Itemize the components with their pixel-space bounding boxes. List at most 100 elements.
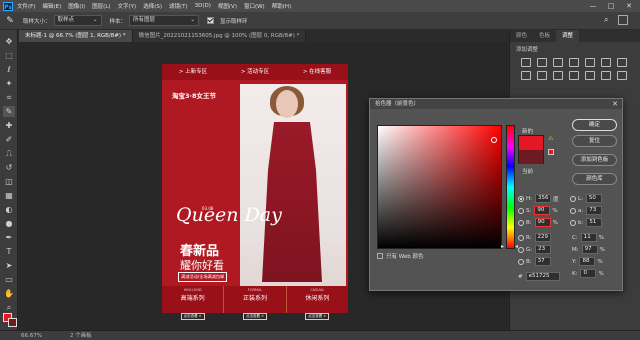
- current-color-swatch[interactable]: [519, 150, 543, 164]
- workspace-icon[interactable]: [618, 15, 628, 25]
- type-tool-icon[interactable]: T: [3, 246, 15, 257]
- menu-type[interactable]: 文字(Y): [118, 2, 137, 10]
- hue-arrow-left-icon[interactable]: ▸: [501, 243, 504, 250]
- shape-tool-icon[interactable]: ▭: [3, 274, 15, 285]
- menu-layer[interactable]: 图层(L): [92, 2, 110, 10]
- web-colors-checkbox[interactable]: [377, 253, 383, 259]
- clone-stamp-tool-icon[interactable]: ⎍: [3, 148, 15, 159]
- history-brush-tool-icon[interactable]: ↺: [3, 162, 15, 173]
- show-ring-checkbox[interactable]: [207, 17, 215, 24]
- menu-window[interactable]: 窗口(W): [244, 2, 265, 10]
- brightness-icon[interactable]: [521, 58, 531, 67]
- menu-file[interactable]: 文件(F): [17, 2, 35, 10]
- web-safe-icon[interactable]: [548, 149, 554, 155]
- color-cursor[interactable]: [491, 137, 497, 143]
- sample-size-select[interactable]: 取样点 ⌄: [53, 15, 102, 26]
- tab-wechat-image[interactable]: 微信图片_20221021153605.jpg @ 100% (图层 0, RG…: [132, 30, 307, 42]
- radio-g[interactable]: [518, 246, 524, 253]
- tab-adjustments[interactable]: 调整: [556, 30, 580, 42]
- hand-tool-icon[interactable]: ✋: [3, 288, 15, 299]
- exposure-icon[interactable]: [569, 58, 579, 67]
- c-input[interactable]: 11: [580, 233, 597, 242]
- pen-tool-icon[interactable]: ✒: [3, 232, 15, 243]
- background-color-swatch[interactable]: [8, 318, 17, 327]
- menu-filter[interactable]: 滤镜(T): [169, 2, 188, 10]
- photo-filter-icon[interactable]: [537, 71, 547, 80]
- close-icon[interactable]: ✕: [612, 99, 618, 109]
- healing-brush-tool-icon[interactable]: ✚: [3, 120, 15, 131]
- minimize-button[interactable]: —: [584, 0, 602, 12]
- menu-help[interactable]: 帮助(H): [272, 2, 291, 10]
- y-input[interactable]: 88: [579, 257, 596, 266]
- b-input[interactable]: 90: [534, 218, 551, 227]
- eraser-tool-icon[interactable]: ◫: [3, 176, 15, 187]
- menu-view[interactable]: 视图(V): [218, 2, 237, 10]
- eyedropper-icon[interactable]: ✎: [4, 15, 16, 27]
- posterize-icon[interactable]: [601, 71, 611, 80]
- h-input[interactable]: 356: [535, 194, 551, 203]
- lasso-tool-icon[interactable]: ℓ: [3, 64, 15, 75]
- g-input[interactable]: 23: [535, 245, 552, 254]
- blue-input[interactable]: 37: [534, 257, 551, 266]
- quick-select-tool-icon[interactable]: ✦: [3, 78, 15, 89]
- hex-input[interactable]: e51725: [525, 272, 560, 281]
- radio-a[interactable]: [570, 207, 576, 214]
- out-of-gamut-icon[interactable]: ⚠: [548, 135, 553, 142]
- radio-s[interactable]: [518, 207, 524, 214]
- radio-l[interactable]: [570, 195, 576, 202]
- close-button[interactable]: ✕: [620, 0, 638, 12]
- hue-slider[interactable]: [506, 125, 515, 249]
- tab-untitled-1[interactable]: 未标题-1 @ 66.7% (图层 1, RGB/8#) *: [19, 30, 133, 42]
- zoom-level[interactable]: 66.67%: [21, 331, 42, 340]
- marquee-tool-icon[interactable]: ⬚: [3, 50, 15, 61]
- a-input[interactable]: 73: [586, 206, 603, 215]
- crop-tool-icon[interactable]: ⌗: [3, 92, 15, 103]
- sample-select[interactable]: 所有图层 ⌄: [129, 15, 200, 26]
- color-lookup-icon[interactable]: [569, 71, 579, 80]
- radio-blue[interactable]: [518, 258, 524, 265]
- brush-tool-icon[interactable]: ✐: [3, 134, 15, 145]
- menu-select[interactable]: 选择(S): [143, 2, 162, 10]
- levels-icon[interactable]: [537, 58, 547, 67]
- curves-icon[interactable]: [553, 58, 563, 67]
- poster-artboard[interactable]: > 上新专区 > 活动专区 > 在线客服 淘宝3·8女王节 03.08 Quee…: [162, 64, 348, 313]
- menu-3d[interactable]: 3D(D): [195, 3, 211, 9]
- l-input[interactable]: 50: [585, 194, 602, 203]
- saturation-brightness-field[interactable]: [377, 125, 502, 249]
- radio-lab-b[interactable]: [570, 219, 576, 226]
- tab-swatches[interactable]: 色板: [533, 30, 556, 42]
- maximize-button[interactable]: □: [602, 0, 620, 12]
- radio-h[interactable]: [518, 195, 524, 202]
- search-icon[interactable]: ⌕: [604, 15, 608, 25]
- reset-button[interactable]: 复位: [572, 135, 617, 147]
- vibrance-icon[interactable]: [585, 58, 595, 67]
- web-colors-only[interactable]: 只有 Web 颜色: [377, 252, 424, 260]
- color-balance-icon[interactable]: [617, 58, 627, 67]
- k-input[interactable]: 0: [580, 269, 597, 278]
- gradient-tool-icon[interactable]: ▦: [3, 190, 15, 201]
- channel-mixer-icon[interactable]: [553, 71, 563, 80]
- blur-tool-icon[interactable]: ◐: [3, 204, 15, 215]
- color-libraries-button[interactable]: 颜色库: [572, 173, 617, 185]
- dodge-tool-icon[interactable]: ●: [3, 218, 15, 229]
- hue-saturation-icon[interactable]: [601, 58, 611, 67]
- s-input[interactable]: 90: [534, 206, 551, 215]
- black-white-icon[interactable]: [521, 71, 531, 80]
- r-input[interactable]: 229: [534, 233, 551, 242]
- radio-b[interactable]: [518, 219, 524, 226]
- threshold-icon[interactable]: [617, 71, 627, 80]
- radio-r[interactable]: [518, 234, 524, 241]
- invert-icon[interactable]: [585, 71, 595, 80]
- lab-b-input[interactable]: 51: [586, 218, 603, 227]
- tab-color[interactable]: 颜色: [510, 30, 533, 42]
- move-tool-icon[interactable]: ✥: [3, 36, 15, 47]
- zoom-tool-icon[interactable]: ⌕: [3, 302, 15, 313]
- field-row-s: S: 90%: [518, 206, 558, 215]
- add-to-swatches-button[interactable]: 添加到色板: [572, 154, 617, 166]
- eyedropper-tool-icon[interactable]: ✎: [3, 106, 15, 117]
- path-select-tool-icon[interactable]: ➤: [3, 260, 15, 271]
- ok-button[interactable]: 确定: [572, 119, 617, 131]
- menu-image[interactable]: 图像(I): [68, 2, 85, 10]
- menu-edit[interactable]: 编辑(E): [42, 2, 61, 10]
- m-input[interactable]: 97: [581, 245, 598, 254]
